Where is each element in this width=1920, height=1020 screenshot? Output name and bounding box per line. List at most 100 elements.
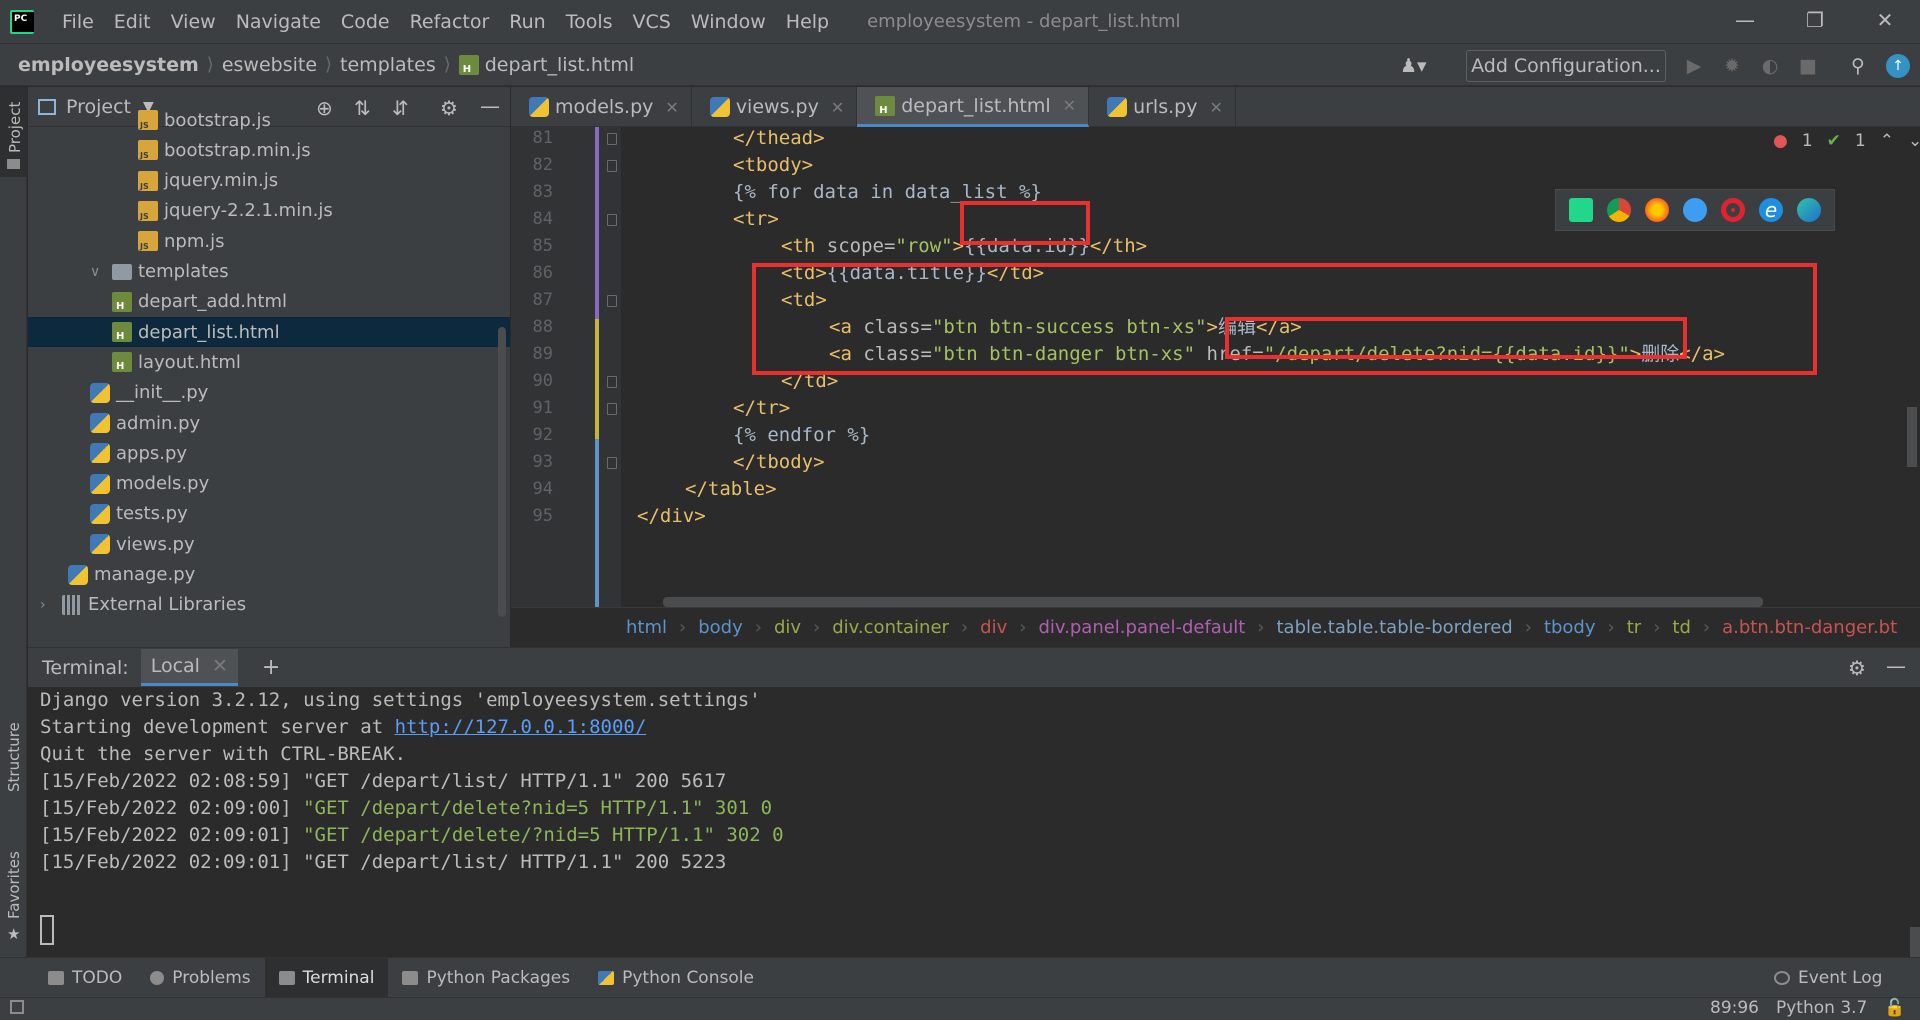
- menu-help[interactable]: Help: [786, 11, 829, 33]
- chevron-right-icon[interactable]: ›: [40, 597, 54, 613]
- tree-item[interactable]: manage.py: [28, 560, 510, 590]
- code-breadcrumb-item[interactable]: tbody: [1544, 617, 1596, 638]
- menu-code[interactable]: Code: [341, 11, 390, 33]
- terminal-tool-button[interactable]: Terminal: [264, 957, 389, 998]
- structure-tool-label[interactable]: Structure: [5, 722, 23, 792]
- python-interpreter[interactable]: Python 3.7: [1776, 998, 1867, 1018]
- breadcrumb-file[interactable]: depart_list.html: [458, 54, 634, 76]
- close-icon[interactable]: ✕: [1209, 98, 1222, 117]
- close-icon[interactable]: ✕: [831, 98, 844, 117]
- python-packages-tool-button[interactable]: Python Packages: [388, 958, 584, 998]
- terminal-output[interactable]: Django version 3.2.12, using settings 'e…: [28, 687, 1920, 957]
- restore-icon[interactable]: ❐: [1800, 8, 1830, 34]
- breadcrumb-project[interactable]: employeesystem: [18, 54, 199, 76]
- tree-item[interactable]: admin.py: [28, 408, 510, 438]
- problems-tool-button[interactable]: Problems: [136, 958, 264, 998]
- code-breadcrumb-item[interactable]: div.panel.panel-default: [1038, 617, 1245, 638]
- close-icon[interactable]: ✕: [1063, 96, 1076, 115]
- fold-marker-icon[interactable]: [607, 403, 617, 415]
- tree-item[interactable]: depart_add.html: [28, 287, 510, 317]
- stop-icon[interactable]: ■: [1796, 54, 1820, 78]
- menu-edit[interactable]: Edit: [114, 11, 151, 33]
- search-icon[interactable]: ⚲: [1846, 54, 1870, 78]
- terminal-scrollbar[interactable]: [1910, 927, 1920, 957]
- tree-item[interactable]: models.py: [28, 469, 510, 499]
- hide-panel-icon[interactable]: —: [1886, 654, 1906, 678]
- firefox-icon[interactable]: [1645, 198, 1669, 222]
- tab-depart-list-html[interactable]: depart_list.html ✕: [857, 87, 1090, 127]
- todo-tool-button[interactable]: TODO: [34, 958, 136, 998]
- chevron-down-icon[interactable]: ⌄: [1908, 131, 1920, 151]
- code-breadcrumb-item[interactable]: table.table.table-bordered: [1277, 617, 1513, 638]
- tab-urls-py[interactable]: urls.py ✕: [1089, 87, 1236, 127]
- menu-tools[interactable]: Tools: [566, 11, 613, 33]
- internet-explorer-icon[interactable]: e: [1759, 198, 1783, 222]
- toggle-tool-windows-icon[interactable]: [10, 1000, 24, 1014]
- code-breadcrumb-item[interactable]: a.btn.btn-danger.bt: [1722, 617, 1897, 638]
- favorites-tool-label[interactable]: Favorites: [5, 851, 23, 919]
- opera-icon[interactable]: [1721, 198, 1745, 222]
- terminal-tab-local[interactable]: Local ✕: [140, 649, 238, 686]
- coverage-icon[interactable]: ◐: [1758, 54, 1782, 78]
- fold-marker-icon[interactable]: [607, 160, 617, 172]
- code-breadcrumb-item[interactable]: div.container: [832, 617, 949, 638]
- editor-horizontal-scrollbar[interactable]: [663, 597, 1763, 607]
- menu-refactor[interactable]: Refactor: [410, 11, 490, 33]
- tab-models-py[interactable]: models.py ✕: [511, 87, 692, 127]
- minimize-icon[interactable]: —: [1730, 8, 1760, 34]
- tree-item[interactable]: __init__.py: [28, 378, 510, 408]
- fold-marker-icon[interactable]: [607, 376, 617, 388]
- tree-item[interactable]: layout.html: [28, 347, 510, 377]
- caret-position[interactable]: 89:96: [1710, 998, 1759, 1018]
- close-window-icon[interactable]: ✕: [1870, 8, 1900, 34]
- run-icon[interactable]: ▶: [1682, 54, 1706, 78]
- menu-file[interactable]: File: [62, 11, 94, 33]
- tree-item[interactable]: › External Libraries: [28, 590, 510, 620]
- code-breadcrumb-item[interactable]: body: [698, 617, 743, 638]
- gear-icon[interactable]: ⚙: [1848, 656, 1866, 680]
- tree-item[interactable]: bootstrap.js: [28, 105, 510, 135]
- tree-item[interactable]: jquery-2.2.1.min.js: [28, 196, 510, 226]
- fold-marker-icon[interactable]: [607, 133, 617, 145]
- menu-navigate[interactable]: Navigate: [236, 11, 321, 33]
- menu-run[interactable]: Run: [509, 11, 545, 33]
- breadcrumb-templates[interactable]: templates: [340, 54, 436, 76]
- code-breadcrumb-item[interactable]: div: [774, 617, 801, 638]
- tree-item[interactable]: tests.py: [28, 499, 510, 529]
- chevron-down-icon[interactable]: ∨: [90, 264, 104, 280]
- server-url-link[interactable]: http://127.0.0.1:8000/: [395, 716, 647, 738]
- chevron-up-icon[interactable]: ⌃: [1880, 131, 1894, 151]
- lock-icon[interactable]: 🔓: [1884, 998, 1905, 1018]
- inspection-widget[interactable]: ● 1 ✔ 1 ⌃ ⌄: [1773, 131, 1920, 151]
- pycharm-browser-icon[interactable]: [1569, 198, 1593, 222]
- menu-window[interactable]: Window: [691, 11, 766, 33]
- tree-item[interactable]: views.py: [28, 529, 510, 559]
- code-breadcrumb-item[interactable]: html: [626, 617, 667, 638]
- code-breadcrumb-item[interactable]: td: [1672, 617, 1690, 638]
- breadcrumb-app[interactable]: eswebsite: [222, 54, 317, 76]
- python-console-tool-button[interactable]: Python Console: [584, 958, 768, 998]
- chrome-icon[interactable]: [1607, 198, 1631, 222]
- fold-marker-icon[interactable]: [607, 457, 617, 469]
- code-breadcrumb-item[interactable]: tr: [1627, 617, 1641, 638]
- edge-icon[interactable]: [1797, 198, 1821, 222]
- user-icon[interactable]: ♟▾: [1400, 54, 1427, 78]
- menu-view[interactable]: View: [171, 11, 216, 33]
- event-log-tool-button[interactable]: Event Log: [1760, 958, 1896, 998]
- fold-marker-icon[interactable]: [607, 214, 617, 226]
- tree-item[interactable]: jquery.min.js: [28, 166, 510, 196]
- fold-marker-icon[interactable]: [607, 295, 617, 307]
- editor-scrollbar[interactable]: [1907, 407, 1917, 467]
- tree-scrollbar[interactable]: [498, 327, 506, 617]
- menu-vcs[interactable]: VCS: [633, 11, 671, 33]
- safari-icon[interactable]: [1683, 198, 1707, 222]
- tree-item[interactable]: apps.py: [28, 438, 510, 468]
- tree-item[interactable]: depart_list.html: [28, 317, 510, 348]
- add-configuration-button[interactable]: Add Configuration...: [1466, 50, 1666, 82]
- plus-icon[interactable]: +: [262, 655, 280, 680]
- tab-views-py[interactable]: views.py ✕: [692, 87, 858, 127]
- close-icon[interactable]: ✕: [665, 98, 678, 117]
- close-icon[interactable]: ✕: [212, 655, 228, 677]
- tree-item[interactable]: npm.js: [28, 226, 510, 256]
- tree-item[interactable]: bootstrap.min.js: [28, 135, 510, 165]
